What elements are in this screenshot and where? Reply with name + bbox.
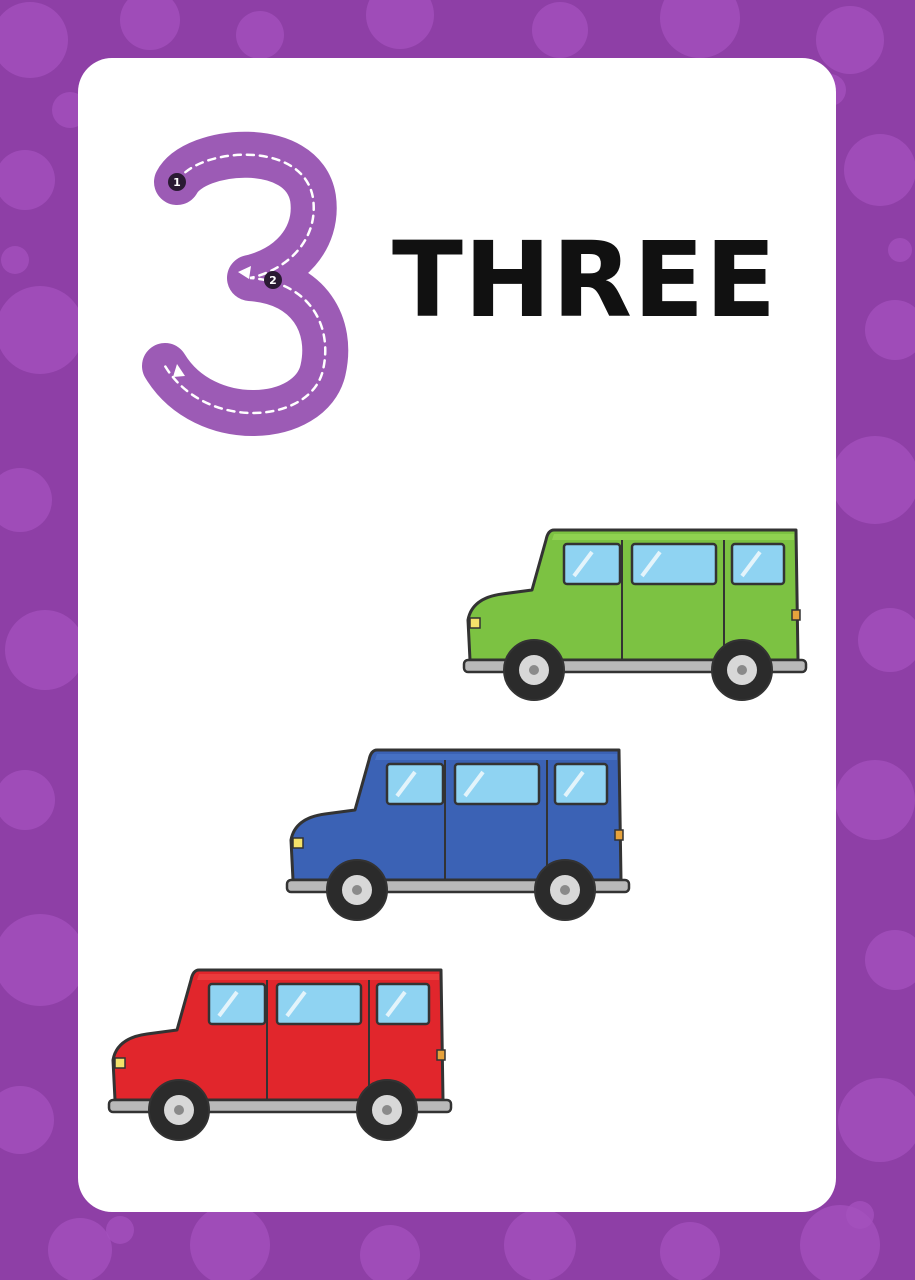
van-headlight xyxy=(469,617,481,629)
van-taillight xyxy=(614,829,624,841)
trace-step-1-label: 1 xyxy=(173,176,181,189)
van-taillight xyxy=(791,609,801,621)
van-headlight xyxy=(114,1057,126,1069)
numeral-3-body xyxy=(142,131,349,436)
van-roof xyxy=(552,534,794,540)
van-window xyxy=(553,762,609,806)
number-word: THREE xyxy=(392,219,778,341)
van-window xyxy=(385,762,445,806)
vehicle-green-van xyxy=(462,528,808,701)
van-roof xyxy=(197,974,439,980)
trace-step-2-label: 2 xyxy=(269,274,277,287)
van-window xyxy=(375,982,431,1026)
van-hub-center xyxy=(560,885,570,895)
van-window xyxy=(207,982,267,1026)
van-window xyxy=(275,982,363,1026)
tracing-numeral-3: 1 2 3 xyxy=(142,131,349,436)
van-hub-center xyxy=(352,885,362,895)
vehicle-blue-van xyxy=(285,748,631,921)
van-window xyxy=(730,542,786,586)
van-hub-center xyxy=(737,665,747,675)
van-roof xyxy=(375,754,617,760)
van-hub-center xyxy=(529,665,539,675)
vehicle-red-van xyxy=(107,968,453,1141)
van-headlight xyxy=(292,837,304,849)
van-window xyxy=(562,542,622,586)
van-taillight xyxy=(436,1049,446,1061)
van-window xyxy=(453,762,541,806)
van-window xyxy=(630,542,718,586)
van-hub-center xyxy=(174,1105,184,1115)
van-hub-center xyxy=(382,1105,392,1115)
